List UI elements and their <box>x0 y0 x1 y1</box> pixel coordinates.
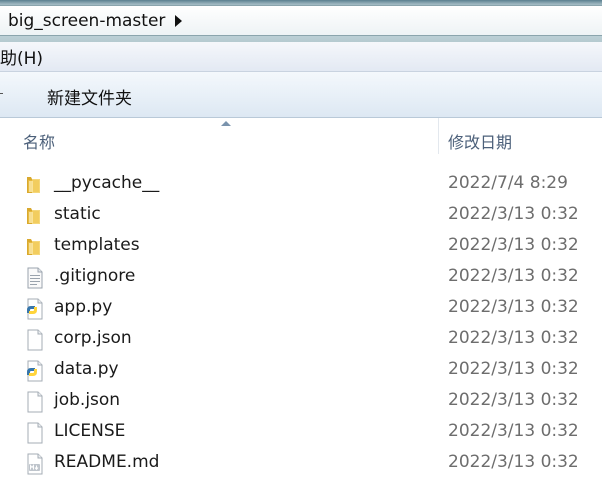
file-date: 2022/3/13 0:32 <box>448 421 579 441</box>
address-bar-area: big_screen-master <box>0 0 602 42</box>
list-item[interactable]: app.py 2022/3/13 0:32 <box>0 294 602 325</box>
file-date: 2022/3/13 0:32 <box>448 266 579 286</box>
file-name: data.py <box>54 359 119 379</box>
blank-file-icon <box>24 329 46 351</box>
folder-icon <box>24 174 46 196</box>
breadcrumb-chevron-icon[interactable] <box>175 14 183 27</box>
file-name: job.json <box>54 390 121 410</box>
toolbar-dropdown-icon[interactable] <box>0 93 3 94</box>
file-date: 2022/3/13 0:32 <box>448 390 579 410</box>
file-date: 2022/3/13 0:32 <box>448 452 579 472</box>
list-item[interactable]: static 2022/3/13 0:32 <box>0 201 602 232</box>
list-item[interactable]: job.json 2022/3/13 0:32 <box>0 387 602 418</box>
file-date: 2022/3/13 0:32 <box>448 235 579 255</box>
file-name: .gitignore <box>54 266 136 286</box>
column-header-row: 名称 修改日期 <box>0 118 602 160</box>
list-item[interactable]: README.md 2022/3/13 0:32 <box>0 449 602 480</box>
column-header-name[interactable]: 名称 <box>23 129 55 153</box>
folder-icon <box>24 205 46 227</box>
file-date: 2022/3/13 0:32 <box>448 297 579 317</box>
file-name: README.md <box>54 452 160 472</box>
file-date: 2022/7/4 8:29 <box>448 173 568 193</box>
file-name: LICENSE <box>54 421 126 441</box>
python-file-icon <box>24 360 46 382</box>
list-item[interactable]: corp.json 2022/3/13 0:32 <box>0 325 602 356</box>
file-name: static <box>54 204 101 224</box>
file-name: templates <box>54 235 140 255</box>
sort-ascending-icon <box>221 121 231 126</box>
list-item[interactable]: LICENSE 2022/3/13 0:32 <box>0 418 602 449</box>
file-date: 2022/3/13 0:32 <box>448 204 579 224</box>
column-divider[interactable] <box>438 118 439 154</box>
menu-help[interactable]: 助(H) <box>0 44 43 69</box>
list-item[interactable]: templates 2022/3/13 0:32 <box>0 232 602 263</box>
markdown-file-icon <box>24 453 46 475</box>
address-bar[interactable]: big_screen-master <box>0 5 602 36</box>
file-list: __pycache__ 2022/7/4 8:29 static 2022/3/… <box>0 170 602 480</box>
file-date: 2022/3/13 0:32 <box>448 328 579 348</box>
breadcrumb-segment[interactable]: big_screen-master <box>8 11 165 31</box>
new-folder-button[interactable]: 新建文件夹 <box>47 84 132 109</box>
folder-icon <box>24 236 46 258</box>
blank-file-icon <box>24 422 46 444</box>
list-item[interactable]: .gitignore 2022/3/13 0:32 <box>0 263 602 294</box>
text-file-icon <box>24 267 46 289</box>
file-name: app.py <box>54 297 113 317</box>
file-date: 2022/3/13 0:32 <box>448 359 579 379</box>
list-item[interactable]: __pycache__ 2022/7/4 8:29 <box>0 170 602 201</box>
column-header-date[interactable]: 修改日期 <box>448 129 512 153</box>
file-name: corp.json <box>54 328 132 348</box>
python-file-icon <box>24 298 46 320</box>
blank-file-icon <box>24 391 46 413</box>
file-name: __pycache__ <box>54 173 160 193</box>
menu-bar: 助(H) <box>0 42 602 72</box>
list-item[interactable]: data.py 2022/3/13 0:32 <box>0 356 602 387</box>
toolbar: 新建文件夹 <box>0 72 602 118</box>
